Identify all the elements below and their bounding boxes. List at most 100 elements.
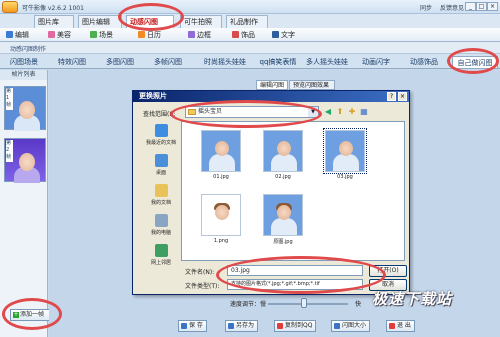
recent-docs-icon [154,124,168,137]
add-frame-label: 添加一帧 [20,311,45,318]
baby-body [209,154,235,171]
save-as-label: 另存为 [236,322,255,329]
beauty-icon [48,31,55,38]
tab-flash-image[interactable]: 动感闪图 [126,15,174,28]
my-computer-icon [154,214,168,227]
cat-multi-image[interactable]: 多图闪图 [98,56,142,68]
flash-size-button[interactable]: 闪图大小 [331,320,371,332]
cat-multi-bobblehead[interactable]: 多人摇头娃娃 [302,56,352,68]
help-icon[interactable]: ? [387,92,396,101]
save-label: 保 存 [189,322,203,329]
place-documents[interactable]: 我的文档 [143,184,179,214]
tab-image-library[interactable]: 图片库 [34,15,74,28]
subtitle-label: 动感闪图制作 [10,46,47,53]
dialog-close-icon[interactable]: × [398,92,407,101]
tool-border[interactable]: 边框 [188,30,211,40]
tool-scene[interactable]: 场景 [90,30,113,40]
edit-icon [6,31,13,38]
baby-face [339,141,353,156]
frame-label-2: 第2帧 [6,140,13,162]
toolbar: 编辑 美容 场景 日历 边框 饰品 文字 [0,28,500,42]
tool-decor[interactable]: 饰品 [232,30,255,40]
baby-face [19,153,35,171]
frame-thumbnail-2[interactable]: 第2帧 [4,138,46,183]
save-as-button[interactable]: 另存为 [225,320,259,332]
file-thumbnail [263,130,303,172]
tab-edit-flash[interactable]: 编辑闪图 [256,80,288,90]
tab-camera[interactable]: 可牛拍照 [180,15,222,28]
cat-bobblehead[interactable]: 时尚摇头娃娃 [196,56,254,68]
file-item[interactable]: 01.jpg [196,130,246,190]
tool-scene-label: 场景 [99,31,113,39]
place-documents-label: 我的文档 [150,200,171,206]
cat-effect-flash[interactable]: 特效闪图 [50,56,94,68]
tool-text[interactable]: 文字 [272,30,295,40]
network-icon [154,244,168,257]
new-folder-icon[interactable]: ✚ [347,107,357,117]
tool-beauty[interactable]: 美容 [48,30,71,40]
back-icon[interactable]: ◀ [323,107,333,117]
place-network[interactable]: 网上邻居 [143,244,179,274]
speed-slider-handle[interactable] [301,298,307,308]
save-icon [181,323,187,329]
subtitle-bar: 动感闪图制作 [0,42,500,54]
view-menu-icon[interactable]: ▦ [359,107,369,117]
file-item[interactable]: 原图.jpg [258,194,308,254]
copy-to-qq-button[interactable]: 复制到QQ [274,320,317,332]
copy-to-qq-label: 复制到QQ [285,322,313,329]
file-name: 原图.jpg [273,239,293,245]
baby-body [333,154,359,171]
place-computer[interactable]: 我的电脑 [143,214,179,244]
tool-calendar[interactable]: 日历 [138,30,161,40]
dialog-title: 更换照片 [133,91,409,102]
speed-label: 速度调节：慢 [230,301,267,308]
close-icon[interactable]: × [487,2,498,11]
title-bar: 可牛影像 v2.6.2 1001 同步 反馈意见 _ □ × [0,0,500,14]
file-thumbnail [323,128,367,174]
cat-animated-text[interactable]: 动画闪字 [354,56,398,68]
plus-icon: + [13,311,19,318]
minimize-icon[interactable]: _ [465,2,476,11]
flash-size-label: 闪图大小 [342,322,367,329]
lookin-select[interactable]: 摇头宝贝 ▼ [185,106,319,118]
add-frame-button[interactable]: + 添加一帧 [10,309,52,321]
tool-edit[interactable]: 编辑 [6,30,29,40]
place-recent[interactable]: 我最近的文档 [143,124,179,154]
save-button[interactable]: 保 存 [178,320,207,332]
lookin-label: 查找范围(I): [143,111,176,118]
exit-icon [389,323,395,329]
speed-slider-track[interactable] [268,303,348,305]
cat-decor[interactable]: 动感饰品 [400,56,448,68]
frame-thumbnail-1[interactable]: 第1帧 [4,86,46,131]
speed-fast-label: 快 [355,301,362,308]
places-bar: 我最近的文档 桌面 我的文档 我的电脑 网上邻居 [143,124,179,269]
file-item-selected[interactable]: 03.jpg [320,128,370,190]
maximize-icon[interactable]: □ [476,2,487,11]
tool-edit-label: 编辑 [15,31,29,39]
cat-qq-funny[interactable]: qq搞笑表情 [256,56,300,68]
cat-diy-flash[interactable]: 自己做闪图 [452,56,498,68]
tab-image-edit[interactable]: 图片编辑 [78,15,122,28]
file-item[interactable]: 1.png [196,194,246,254]
exit-label: 退 出 [397,322,411,329]
file-item[interactable]: 02.jpg [258,130,308,190]
feedback-link[interactable]: 反馈意见 [440,3,464,12]
exit-button[interactable]: 退 出 [386,320,415,332]
file-thumbnail [201,130,241,172]
category-tabs: 闪图场景 特效闪图 多图闪图 多帧闪图 时尚摇头娃娃 qq搞笑表情 多人摇头娃娃… [0,54,500,69]
cat-flash-scene[interactable]: 闪图场景 [2,56,46,68]
frame-list-title: 帧片列表 [0,70,47,80]
baby-face [215,205,229,220]
tool-decor-label: 饰品 [241,31,255,39]
tool-calendar-label: 日历 [147,31,161,39]
filetype-select[interactable]: 支持的图片格式(*.jpg;*.gif;*.bmp;*.tif [227,279,363,290]
sync-link[interactable]: 同步 [420,3,432,12]
place-desktop[interactable]: 桌面 [143,154,179,184]
open-button[interactable]: 打开(O) [369,265,407,277]
tab-preview-flash[interactable]: 预览闪图效果 [289,80,335,90]
cat-multi-frame[interactable]: 多帧闪图 [146,56,190,68]
tab-gift[interactable]: 礼品制作 [226,15,268,28]
file-name: 03.jpg [337,174,353,180]
filename-field[interactable]: 03.jpg [227,265,363,276]
up-folder-icon[interactable]: ⬆ [335,107,345,117]
